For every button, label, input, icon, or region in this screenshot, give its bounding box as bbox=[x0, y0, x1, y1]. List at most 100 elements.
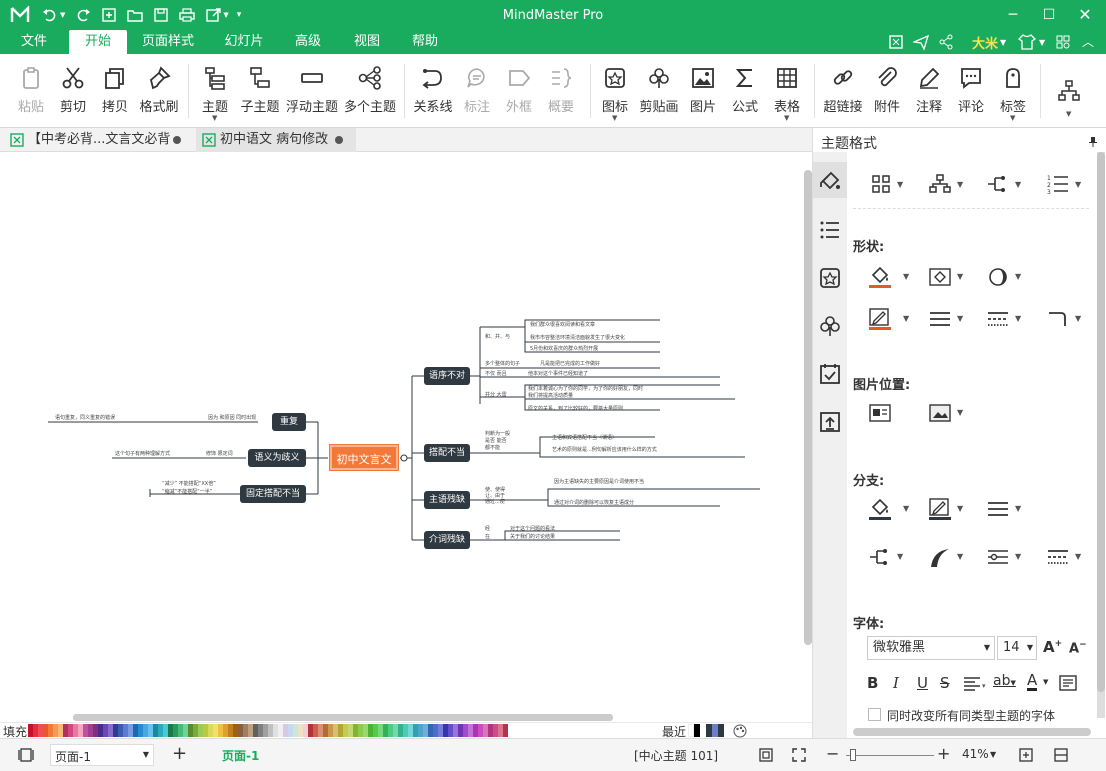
paste-button[interactable]: 粘贴 bbox=[12, 60, 50, 122]
topic-mismatch[interactable]: 搭配不当 bbox=[424, 444, 470, 462]
tag-dropdown-icon[interactable]: ▼ bbox=[1010, 114, 1015, 122]
doc-tab-1[interactable]: 【中考必背...文言文必背 bbox=[4, 128, 192, 152]
page-tab[interactable]: 页面-1 bbox=[222, 747, 259, 764]
font-family-select[interactable]: 微软雅黑 ▼ bbox=[867, 636, 995, 660]
topic-dropdown-icon[interactable]: ▼ bbox=[212, 114, 217, 122]
close-tab-icon[interactable] bbox=[335, 136, 343, 144]
topic-missing-preposition[interactable]: 介词残缺 bbox=[424, 531, 470, 549]
maximize-button[interactable]: ☐ bbox=[1036, 4, 1062, 26]
decrease-font-icon[interactable]: A− bbox=[1069, 640, 1087, 656]
shadow-button[interactable]: ▼ bbox=[987, 266, 1031, 290]
topic-format-tab-icon[interactable] bbox=[818, 169, 842, 193]
branch-connector-button[interactable]: ▼ bbox=[869, 546, 913, 570]
color-swatch[interactable] bbox=[503, 724, 508, 737]
clipart-button[interactable]: 剪贴画 bbox=[638, 60, 680, 122]
minimize-button[interactable]: ─ bbox=[1000, 4, 1026, 26]
panel-horizontal-scrollbar[interactable] bbox=[853, 728, 1091, 736]
table-button[interactable]: 表格 ▼ bbox=[768, 60, 806, 122]
page-panel-icon[interactable] bbox=[18, 748, 34, 762]
increase-font-icon[interactable]: A+ bbox=[1043, 638, 1062, 656]
text-box-icon[interactable] bbox=[1059, 675, 1077, 691]
image-left-button[interactable] bbox=[869, 402, 913, 426]
topic-missing-subject[interactable]: 主语残缺 bbox=[424, 491, 470, 509]
collapse-ribbon-icon[interactable]: ︿ bbox=[1082, 33, 1094, 51]
bold-button[interactable]: B bbox=[867, 674, 878, 692]
attachment-button[interactable]: 附件 bbox=[868, 60, 906, 122]
topic-ambiguity[interactable]: 语义为歧义 bbox=[248, 449, 306, 467]
color-picker-icon[interactable] bbox=[733, 724, 747, 738]
close-tab-icon[interactable] bbox=[173, 136, 181, 144]
image-position-button[interactable]: ▼ bbox=[929, 402, 973, 426]
structure-button[interactable]: ▼ bbox=[929, 174, 973, 198]
zoom-dropdown-icon[interactable]: ▼ bbox=[990, 750, 996, 759]
summary-button[interactable]: 概要 bbox=[542, 60, 580, 122]
branch-line-color-button[interactable]: ▼ bbox=[929, 498, 973, 522]
branch-fill-button[interactable]: ▼ bbox=[869, 498, 913, 522]
comment-button[interactable]: 评论 bbox=[952, 60, 990, 122]
note-button[interactable]: 注释 bbox=[910, 60, 948, 122]
export-tab-icon[interactable] bbox=[818, 410, 842, 434]
menu-view[interactable]: 视图 bbox=[342, 30, 392, 54]
fit-window-icon[interactable] bbox=[1018, 747, 1034, 763]
user-name[interactable]: 大米 bbox=[972, 33, 998, 52]
fit-page-icon[interactable] bbox=[758, 747, 774, 763]
font-size-select[interactable]: 14 ▼ bbox=[997, 636, 1037, 660]
topic-fixed-collocation[interactable]: 固定搭配不当 bbox=[240, 485, 306, 503]
picture-button[interactable]: 图片 bbox=[684, 60, 722, 122]
doc-tab-2[interactable]: 初中语文 病句修改 bbox=[196, 128, 356, 152]
fullscreen-icon[interactable] bbox=[888, 33, 904, 51]
toggle-panel-icon[interactable] bbox=[1053, 747, 1069, 763]
zoom-in-button[interactable]: + bbox=[937, 744, 950, 763]
skin-icon[interactable] bbox=[1018, 33, 1036, 51]
close-button[interactable]: ✕ bbox=[1072, 4, 1098, 26]
clipart-tab-icon[interactable] bbox=[818, 314, 842, 338]
icon-dropdown-icon[interactable]: ▼ bbox=[612, 114, 617, 122]
zoom-out-button[interactable]: − bbox=[826, 744, 839, 763]
canvas-vertical-scrollbar[interactable] bbox=[804, 170, 812, 645]
line-weight-button[interactable]: ▼ bbox=[929, 308, 973, 332]
subtopic-button[interactable]: 子主题 bbox=[238, 60, 282, 122]
menu-help[interactable]: 帮助 bbox=[400, 30, 450, 54]
menu-file[interactable]: 文件 bbox=[12, 30, 56, 54]
floating-topic-button[interactable]: 浮动主题 bbox=[286, 60, 338, 122]
menu-advanced[interactable]: 高级 bbox=[283, 30, 333, 54]
panel-vertical-scrollbar[interactable] bbox=[1097, 152, 1105, 718]
corner-style-button[interactable]: ▼ bbox=[1047, 308, 1091, 332]
publish-icon[interactable] bbox=[913, 33, 929, 51]
outline-tab-icon[interactable] bbox=[818, 218, 842, 242]
share-icon[interactable] bbox=[938, 33, 954, 51]
callout-button[interactable]: 标注 bbox=[458, 60, 496, 122]
strikethrough-button[interactable]: S bbox=[940, 674, 950, 692]
icon-button[interactable]: 图标 ▼ bbox=[596, 60, 634, 122]
zoom-slider-handle[interactable] bbox=[850, 749, 856, 761]
connector-style-button[interactable]: ▼ bbox=[987, 174, 1031, 198]
layout-icon[interactable] bbox=[1058, 80, 1080, 102]
fullscreen-view-icon[interactable] bbox=[791, 747, 807, 763]
layout-style-button[interactable]: ▼ bbox=[871, 174, 915, 198]
branch-weight-button[interactable]: ▼ bbox=[987, 498, 1031, 522]
zoom-slider-track[interactable] bbox=[846, 755, 934, 756]
menu-page-style[interactable]: 页面样式 bbox=[136, 30, 200, 54]
numbering-button[interactable]: 1 2 3 ▼ bbox=[1047, 174, 1091, 198]
menu-slides[interactable]: 幻灯片 bbox=[214, 30, 274, 54]
fill-color-button[interactable]: ▼ bbox=[869, 266, 913, 290]
underline-button[interactable]: U bbox=[917, 674, 928, 692]
menu-home[interactable]: 开始 bbox=[69, 30, 127, 54]
branch-taper-button[interactable]: ▼ bbox=[929, 546, 973, 570]
canvas-horizontal-scrollbar[interactable] bbox=[73, 714, 613, 721]
formula-button[interactable]: 公式 bbox=[726, 60, 764, 122]
boundary-button[interactable]: 外框 bbox=[500, 60, 538, 122]
line-color-button[interactable]: ▼ bbox=[869, 308, 913, 332]
branch-dash-button[interactable]: ▼ bbox=[1047, 546, 1091, 570]
topic-button[interactable]: 主题 ▼ bbox=[196, 60, 234, 122]
copy-button[interactable]: 拷贝 bbox=[96, 60, 134, 122]
apps-grid-icon[interactable] bbox=[1056, 33, 1070, 51]
topic-word-order[interactable]: 语序不对 bbox=[424, 367, 470, 385]
align-icon[interactable]: ▾ bbox=[963, 676, 989, 692]
relationship-button[interactable]: 关系线 bbox=[412, 60, 454, 122]
recent-swatches[interactable] bbox=[688, 724, 724, 737]
multiple-topics-button[interactable]: 多个主题 bbox=[344, 60, 396, 122]
layout-dropdown-icon[interactable]: ▼ bbox=[1066, 110, 1071, 118]
branch-arrow-button[interactable]: ▼ bbox=[987, 546, 1031, 570]
pin-panel-icon[interactable] bbox=[1087, 136, 1099, 148]
